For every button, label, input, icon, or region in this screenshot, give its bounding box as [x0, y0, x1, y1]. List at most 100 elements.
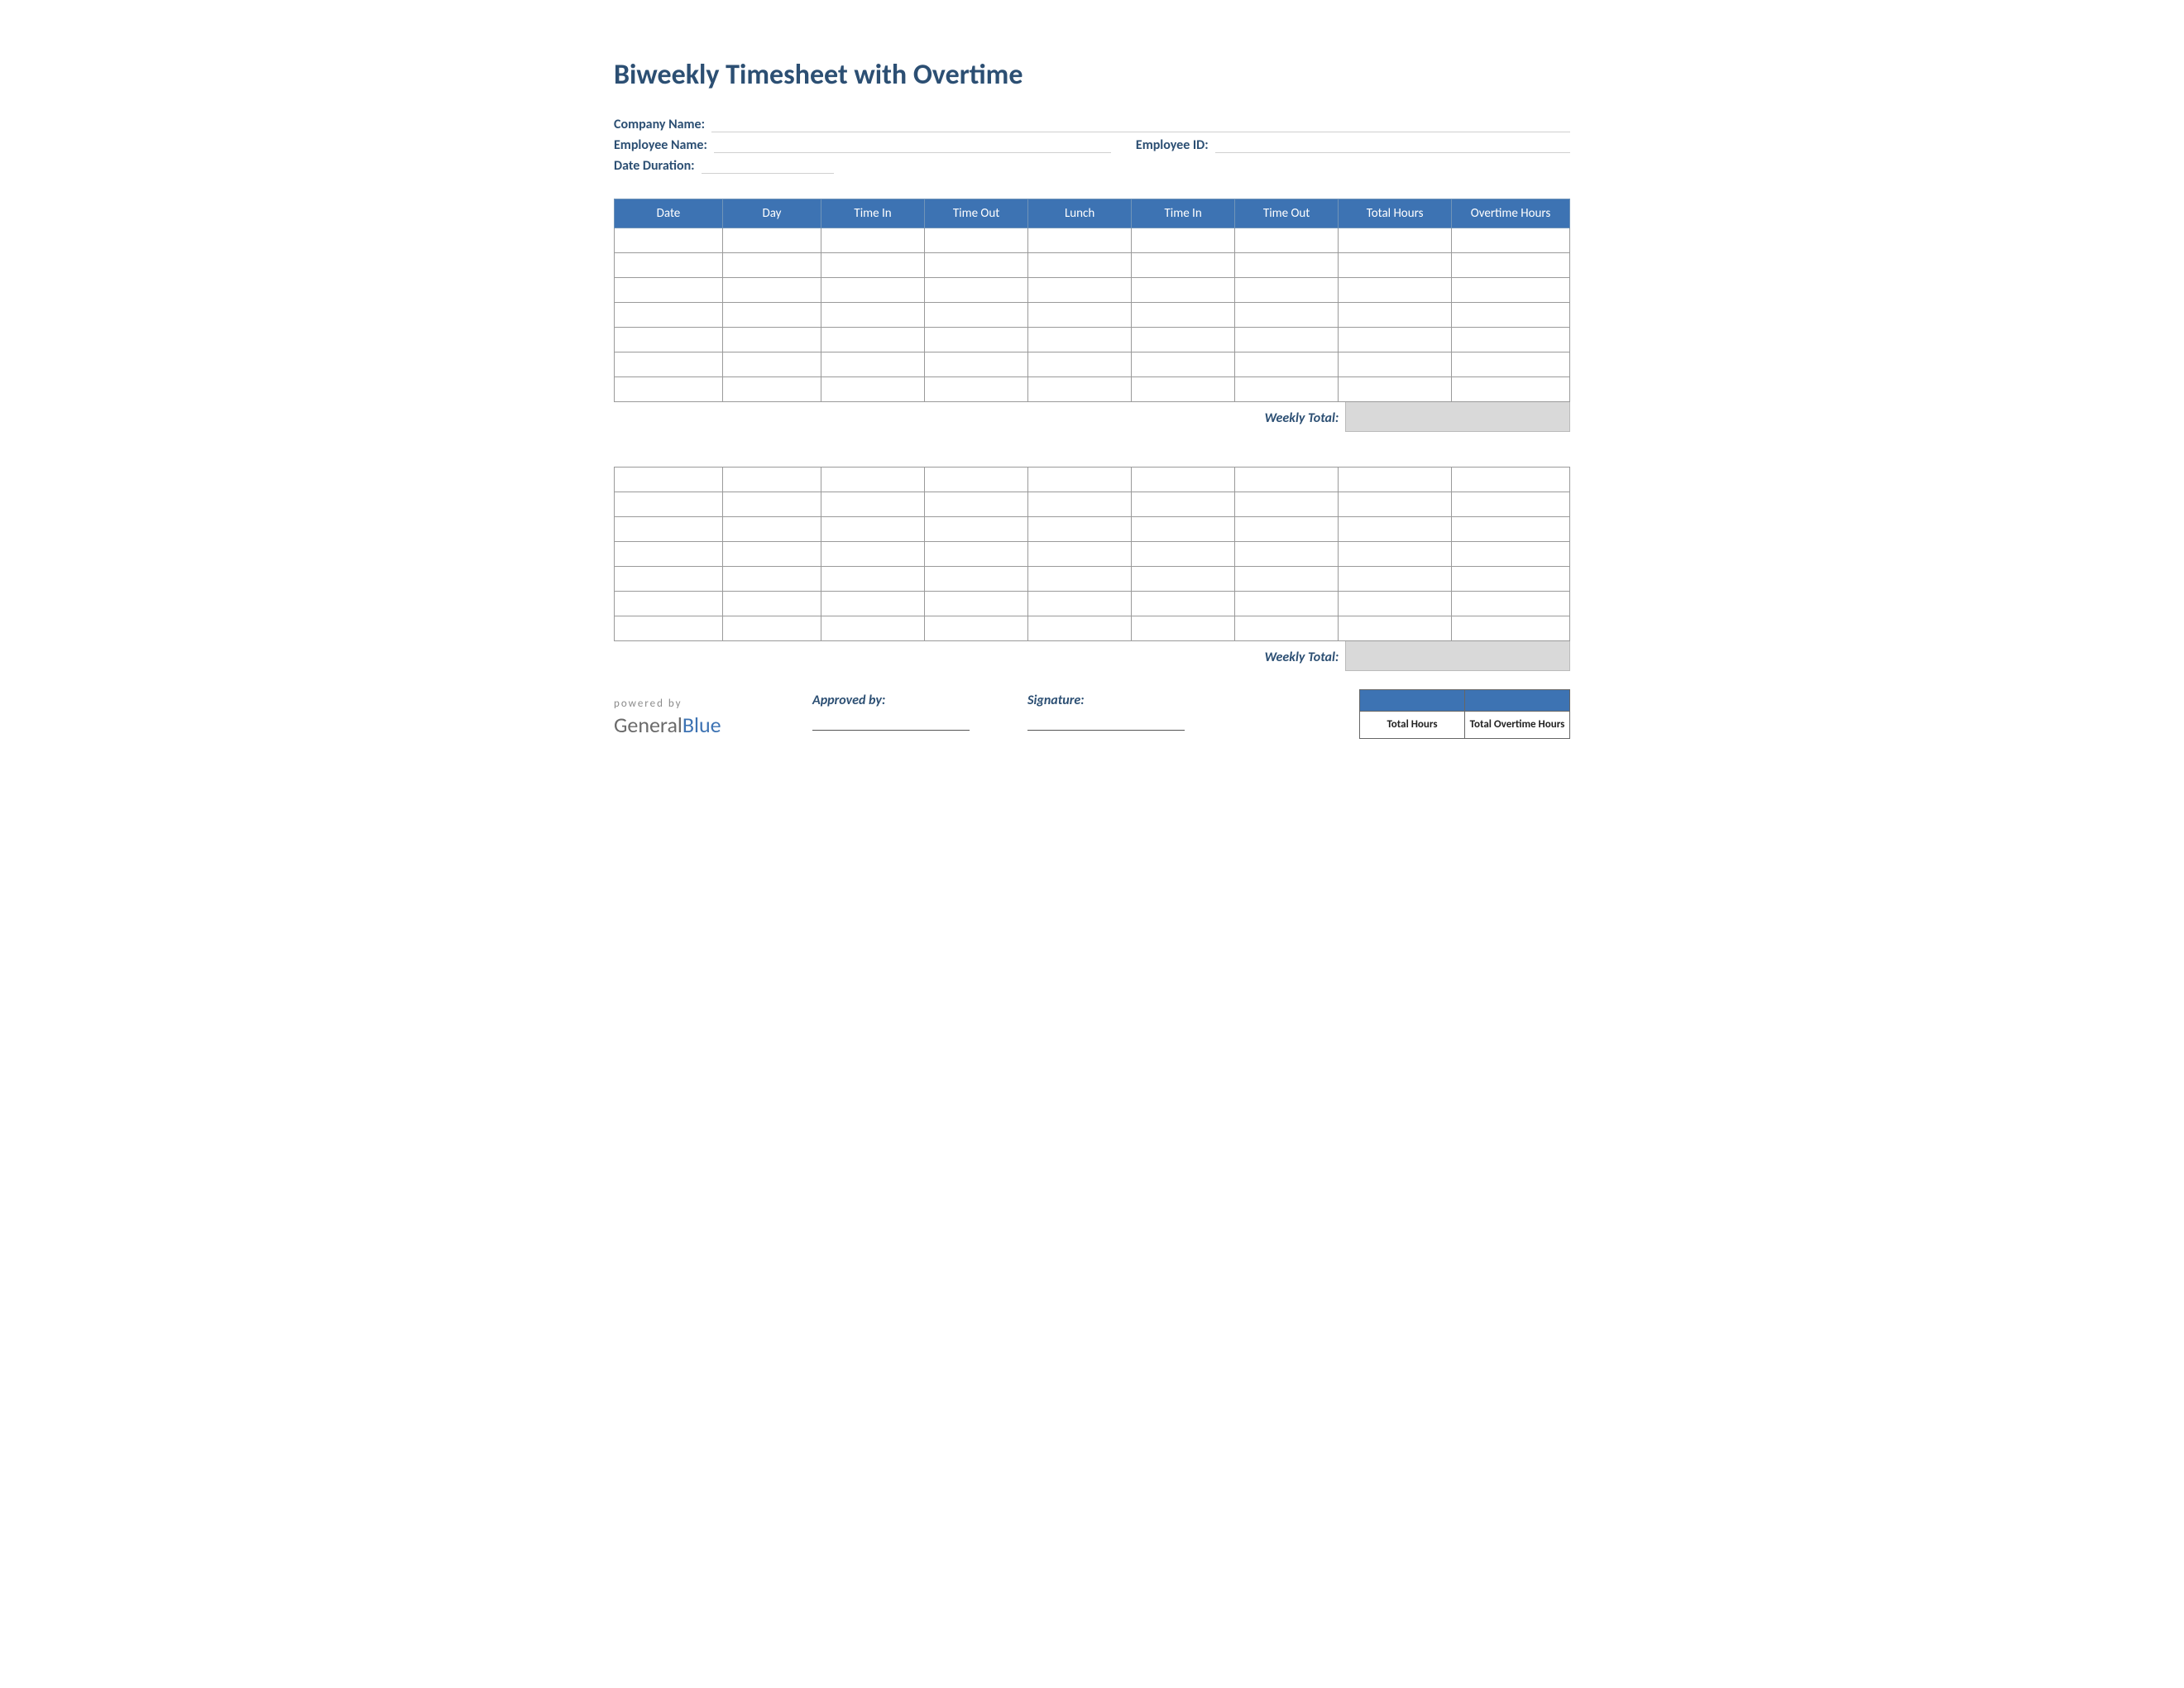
week1-cell[interactable] [722, 303, 821, 328]
week1-cell[interactable] [722, 377, 821, 402]
employee-id-field[interactable] [1215, 138, 1570, 153]
week1-cell[interactable] [1028, 303, 1132, 328]
week2-cell[interactable] [821, 592, 925, 616]
week2-total-value[interactable] [1345, 641, 1570, 671]
week2-cell[interactable] [925, 567, 1028, 592]
week2-cell[interactable] [1452, 567, 1570, 592]
week2-cell[interactable] [1235, 542, 1339, 567]
week2-cell[interactable] [722, 616, 821, 641]
week2-cell[interactable] [1235, 616, 1339, 641]
week1-cell[interactable] [615, 253, 723, 278]
week2-cell[interactable] [722, 517, 821, 542]
week1-cell[interactable] [1235, 228, 1339, 253]
week2-cell[interactable] [1452, 592, 1570, 616]
week1-cell[interactable] [615, 303, 723, 328]
week2-cell[interactable] [1339, 567, 1452, 592]
week1-cell[interactable] [1452, 253, 1570, 278]
week1-cell[interactable] [821, 303, 925, 328]
week1-cell[interactable] [925, 377, 1028, 402]
week2-cell[interactable] [722, 468, 821, 492]
week2-cell[interactable] [1235, 517, 1339, 542]
week2-cell[interactable] [1028, 468, 1132, 492]
week2-cell[interactable] [1452, 468, 1570, 492]
week2-cell[interactable] [821, 567, 925, 592]
signature-line[interactable] [1027, 730, 1185, 731]
week1-cell[interactable] [1339, 228, 1452, 253]
week1-cell[interactable] [1339, 303, 1452, 328]
week1-cell[interactable] [1132, 278, 1235, 303]
week1-cell[interactable] [722, 278, 821, 303]
week1-cell[interactable] [1339, 328, 1452, 352]
week1-cell[interactable] [1339, 352, 1452, 377]
week1-cell[interactable] [1132, 328, 1235, 352]
approved-by-line[interactable] [812, 730, 970, 731]
week2-cell[interactable] [615, 492, 723, 517]
week1-cell[interactable] [1235, 377, 1339, 402]
week2-cell[interactable] [1339, 616, 1452, 641]
week2-cell[interactable] [925, 542, 1028, 567]
week2-cell[interactable] [722, 567, 821, 592]
week1-cell[interactable] [1452, 303, 1570, 328]
week1-cell[interactable] [925, 228, 1028, 253]
week1-cell[interactable] [615, 377, 723, 402]
week2-cell[interactable] [615, 517, 723, 542]
week2-cell[interactable] [821, 492, 925, 517]
week1-cell[interactable] [1452, 377, 1570, 402]
week2-cell[interactable] [1028, 592, 1132, 616]
week2-cell[interactable] [821, 542, 925, 567]
week1-cell[interactable] [1132, 228, 1235, 253]
week2-cell[interactable] [821, 616, 925, 641]
week2-cell[interactable] [615, 542, 723, 567]
week1-cell[interactable] [1132, 377, 1235, 402]
week2-cell[interactable] [722, 542, 821, 567]
week1-cell[interactable] [1028, 352, 1132, 377]
week1-cell[interactable] [1452, 352, 1570, 377]
week2-cell[interactable] [1235, 567, 1339, 592]
week1-cell[interactable] [1028, 253, 1132, 278]
week2-cell[interactable] [615, 468, 723, 492]
week1-cell[interactable] [821, 377, 925, 402]
week1-cell[interactable] [1235, 303, 1339, 328]
week2-cell[interactable] [615, 592, 723, 616]
week1-cell[interactable] [1235, 328, 1339, 352]
week2-cell[interactable] [1339, 542, 1452, 567]
week2-cell[interactable] [615, 567, 723, 592]
week1-cell[interactable] [1235, 352, 1339, 377]
week1-cell[interactable] [1132, 352, 1235, 377]
company-name-field[interactable] [711, 117, 1570, 132]
week1-cell[interactable] [821, 228, 925, 253]
week2-cell[interactable] [1339, 517, 1452, 542]
week1-cell[interactable] [821, 253, 925, 278]
week2-cell[interactable] [1132, 616, 1235, 641]
week2-cell[interactable] [1028, 616, 1132, 641]
week2-cell[interactable] [1339, 492, 1452, 517]
week1-cell[interactable] [821, 352, 925, 377]
week2-cell[interactable] [1132, 468, 1235, 492]
week1-cell[interactable] [925, 253, 1028, 278]
week1-cell[interactable] [1132, 253, 1235, 278]
week1-cell[interactable] [1452, 228, 1570, 253]
week1-cell[interactable] [1132, 303, 1235, 328]
week2-cell[interactable] [1132, 567, 1235, 592]
week1-cell[interactable] [1339, 377, 1452, 402]
week1-cell[interactable] [925, 352, 1028, 377]
week1-cell[interactable] [615, 328, 723, 352]
week1-cell[interactable] [1339, 253, 1452, 278]
week1-cell[interactable] [925, 303, 1028, 328]
week1-cell[interactable] [925, 328, 1028, 352]
week2-cell[interactable] [821, 517, 925, 542]
week2-cell[interactable] [722, 592, 821, 616]
week2-cell[interactable] [1452, 616, 1570, 641]
employee-name-field[interactable] [714, 138, 1111, 153]
week2-cell[interactable] [1452, 542, 1570, 567]
week1-cell[interactable] [615, 228, 723, 253]
week2-cell[interactable] [1028, 517, 1132, 542]
date-duration-field[interactable] [702, 159, 834, 174]
week2-cell[interactable] [925, 616, 1028, 641]
week1-cell[interactable] [1235, 253, 1339, 278]
week1-cell[interactable] [722, 253, 821, 278]
week2-cell[interactable] [1132, 517, 1235, 542]
week1-cell[interactable] [1452, 278, 1570, 303]
week2-cell[interactable] [1339, 592, 1452, 616]
week1-cell[interactable] [722, 352, 821, 377]
